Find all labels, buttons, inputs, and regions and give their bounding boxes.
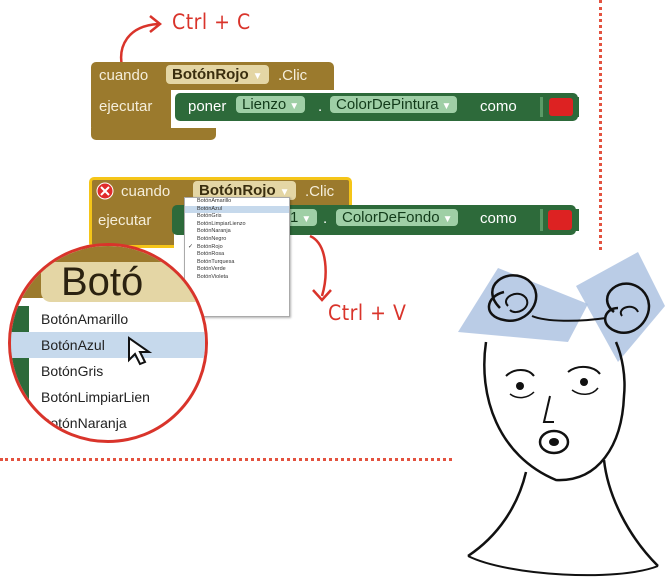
chevron-down-icon: ▼: [289, 101, 300, 112]
chevron-down-icon: ▼: [442, 214, 453, 225]
error-icon[interactable]: [96, 182, 114, 200]
event-name: .Clic: [305, 183, 335, 200]
menu-item[interactable]: BotónAmarillo: [185, 198, 289, 206]
menu-item[interactable]: BotónNaranja: [185, 228, 289, 236]
zoomed-component-text: Botó: [61, 260, 144, 304]
menu-item[interactable]: BotónGris: [185, 213, 289, 221]
when-keyword: cuando: [121, 183, 171, 200]
paste-arrow-icon: [309, 234, 332, 302]
event-block-foot: [91, 128, 216, 140]
to-keyword: como: [480, 98, 517, 115]
event-name: .Clic: [278, 67, 308, 84]
do-keyword: ejecutar: [99, 98, 153, 115]
zoomed-menu-item: BotónLimpiarLien: [41, 389, 150, 405]
dot-separator: .: [323, 210, 328, 227]
set-keyword: poner: [188, 98, 227, 115]
face-sketch-illustration: [458, 252, 665, 577]
zoomed-menu: BotónAmarillo BotónAzul BotónGris BotónL…: [11, 306, 205, 436]
zoomed-menu-item: BotónAmarillo: [41, 311, 129, 327]
dotted-divider-horizontal: [0, 458, 452, 461]
property-name: ColorDePintura: [336, 96, 439, 113]
component-name: BotónRojo: [172, 66, 249, 83]
zoomed-menu-item-highlighted: BotónAzul: [11, 332, 205, 358]
paste-shortcut-label: Ctrl + V: [328, 301, 407, 325]
red-color-swatch[interactable]: [549, 98, 573, 116]
chevron-down-icon: ▼: [441, 101, 452, 112]
menu-item-highlighted[interactable]: BotónAzul: [185, 205, 289, 214]
red-color-swatch[interactable]: [548, 210, 572, 230]
dot-separator: .: [318, 98, 323, 115]
menu-item[interactable]: BotónNegro: [185, 236, 289, 244]
chevron-down-icon: ▼: [252, 71, 263, 82]
zoomed-menu-item: BotónNaranja: [41, 415, 127, 431]
property-dropdown[interactable]: ColorDePintura ▼: [330, 96, 458, 114]
dotted-divider-vertical: [599, 0, 602, 250]
chevron-down-icon: ▼: [301, 214, 312, 225]
target-name: Lienzo: [242, 96, 287, 113]
target-name: 1: [290, 209, 299, 226]
magnifier-zoom: Botó BotónAmarillo BotónAzul BotónGris B…: [8, 243, 208, 443]
target-dropdown[interactable]: Lienzo ▼: [236, 96, 306, 114]
mouse-cursor-icon: [128, 336, 153, 366]
component-dropdown[interactable]: BotónRojo ▼: [166, 65, 269, 84]
to-keyword: como: [480, 210, 517, 227]
property-dropdown[interactable]: ColorDeFondo ▼: [336, 209, 459, 227]
zoomed-menu-item: BotónGris: [41, 363, 104, 379]
property-name: ColorDeFondo: [342, 209, 440, 226]
copy-arrow-icon: [119, 15, 163, 67]
when-keyword: cuando: [99, 67, 149, 84]
do-keyword: ejecutar: [98, 212, 152, 229]
copy-shortcut-label: Ctrl + C: [172, 10, 251, 34]
menu-item[interactable]: BotónLimpiarLienzo: [185, 221, 289, 229]
